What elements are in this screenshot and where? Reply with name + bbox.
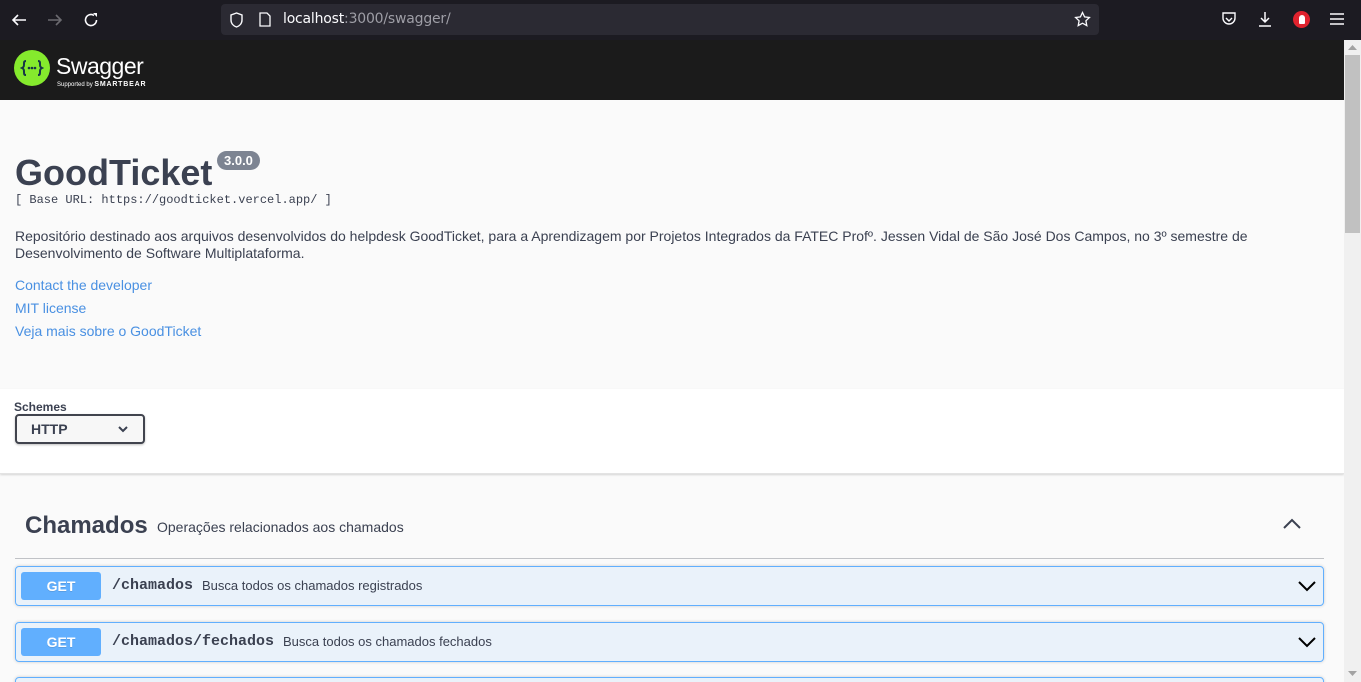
http-method-badge: GET: [21, 572, 101, 600]
scroll-down-icon[interactable]: [1348, 671, 1357, 677]
reload-icon: [84, 13, 98, 27]
schemes-section: Schemes HTTP: [0, 389, 1344, 474]
forward-arrow-icon: [48, 14, 63, 26]
scroll-up-icon[interactable]: [1348, 44, 1357, 50]
smartbear-text: SMARTBEAR: [94, 81, 147, 88]
api-info: GoodTicket 3.0.0 [ Base URL: https://goo…: [0, 100, 1344, 389]
license-link[interactable]: MIT license: [15, 300, 86, 316]
swagger-topbar: Swagger Supported by SMARTBEAR: [0, 40, 1344, 100]
swagger-logo-icon[interactable]: [14, 50, 50, 86]
swagger-supported-by: Supported by SMARTBEAR: [57, 81, 146, 88]
api-description: Repositório destinado aos arquivos desen…: [15, 228, 1248, 261]
external-docs-link[interactable]: Veja mais sobre o GoodTicket: [15, 323, 201, 339]
operation-path: /chamados/fechados: [112, 633, 275, 650]
url-path: :3000/swagger/: [344, 11, 451, 27]
tag-description: Operações relacionados aos chamados: [157, 519, 404, 535]
pocket-icon[interactable]: [1221, 12, 1237, 27]
chevron-down-icon: [118, 426, 128, 433]
operation-get-chamados[interactable]: GET /chamados Busca todos os chamados re…: [15, 566, 1324, 606]
reload-button[interactable]: [79, 8, 103, 32]
shield-icon[interactable]: [229, 12, 244, 28]
http-method-badge: GET: [21, 628, 101, 656]
tag-section-chamados[interactable]: Chamados Operações relacionados aos cham…: [15, 499, 1324, 559]
tag-name: Chamados: [25, 512, 148, 539]
chevron-down-icon[interactable]: [1297, 634, 1317, 650]
url-text[interactable]: localhost:3000/swagger/: [283, 11, 451, 27]
swagger-page: Swagger Supported by SMARTBEAR GoodTicke…: [0, 40, 1344, 682]
operation-get-chamados-fechados[interactable]: GET /chamados/fechados Busca todos os ch…: [15, 622, 1324, 662]
url-host: localhost: [283, 11, 345, 27]
back-button[interactable]: [7, 8, 31, 32]
version-badge: 3.0.0: [217, 151, 260, 170]
browser-toolbar: localhost:3000/swagger/: [0, 0, 1361, 40]
extension-icon[interactable]: [1293, 11, 1310, 28]
schemes-selected-value: HTTP: [31, 421, 68, 437]
download-icon[interactable]: [1257, 11, 1273, 28]
url-bar[interactable]: localhost:3000/swagger/: [221, 4, 1099, 35]
chevron-down-icon[interactable]: [1297, 578, 1317, 594]
operation-summary: Busca todos os chamados fechados: [283, 634, 492, 649]
contact-link[interactable]: Contact the developer: [15, 277, 152, 293]
api-title: GoodTicket: [15, 152, 213, 193]
schemes-label: Schemes: [14, 400, 67, 414]
bookmark-star-icon[interactable]: [1074, 11, 1091, 28]
swagger-brand[interactable]: Swagger: [56, 53, 144, 80]
chevron-up-icon[interactable]: [1282, 516, 1302, 532]
operation-partial[interactable]: [15, 677, 1324, 682]
page-icon[interactable]: [259, 12, 271, 27]
back-arrow-icon: [11, 14, 26, 26]
operation-summary: Busca todos os chamados registrados: [202, 578, 423, 593]
supported-by-text: Supported by: [57, 82, 93, 88]
forward-button[interactable]: [43, 8, 67, 32]
schemes-select[interactable]: HTTP: [15, 414, 145, 444]
scrollbar[interactable]: [1344, 40, 1361, 682]
scrollbar-thumb[interactable]: [1345, 55, 1360, 233]
operation-path: /chamados: [112, 577, 194, 594]
menu-hamburger-icon[interactable]: [1330, 13, 1344, 25]
base-url: [ Base URL: https://goodticket.vercel.ap…: [15, 193, 332, 207]
